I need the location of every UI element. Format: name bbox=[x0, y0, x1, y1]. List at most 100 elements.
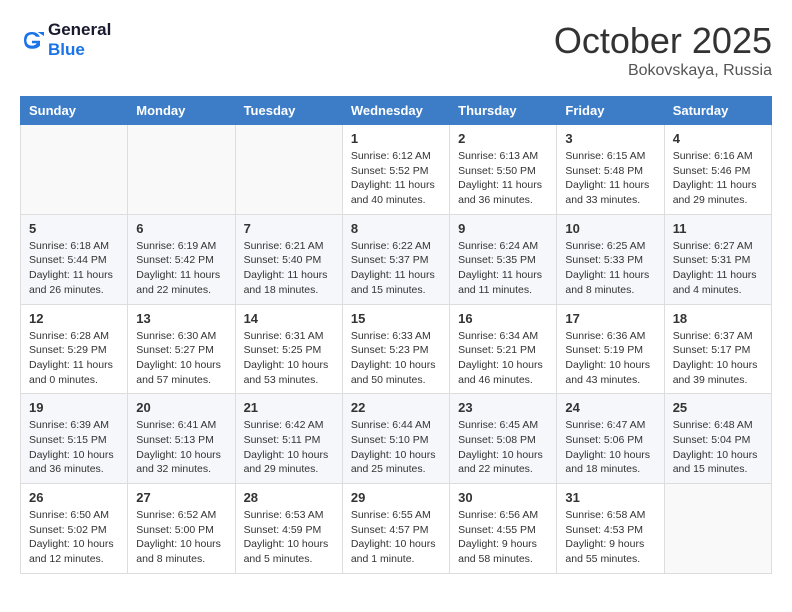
calendar-cell: 18 Sunrise: 6:37 AMSunset: 5:17 PMDayligh… bbox=[664, 304, 771, 394]
calendar-cell: 3 Sunrise: 6:15 AMSunset: 5:48 PMDaylight… bbox=[557, 125, 664, 215]
calendar-cell: 16 Sunrise: 6:34 AMSunset: 5:21 PMDayligh… bbox=[450, 304, 557, 394]
calendar-cell: 25 Sunrise: 6:48 AMSunset: 5:04 PMDayligh… bbox=[664, 394, 771, 484]
day-number: 15 bbox=[351, 311, 441, 326]
day-info: Sunrise: 6:34 AMSunset: 5:21 PMDaylight:… bbox=[458, 329, 548, 388]
day-number: 12 bbox=[29, 311, 119, 326]
day-info: Sunrise: 6:30 AMSunset: 5:27 PMDaylight:… bbox=[136, 329, 226, 388]
day-number: 1 bbox=[351, 131, 441, 146]
calendar-cell: 30 Sunrise: 6:56 AMSunset: 4:55 PMDayligh… bbox=[450, 484, 557, 574]
day-number: 23 bbox=[458, 400, 548, 415]
calendar-cell: 21 Sunrise: 6:42 AMSunset: 5:11 PMDayligh… bbox=[235, 394, 342, 484]
calendar-cell: 1Sunrise: 6:12 AMSunset: 5:52 PMDaylight… bbox=[342, 125, 449, 215]
calendar-week-4: 26 Sunrise: 6:50 AMSunset: 5:02 PMDayligh… bbox=[21, 484, 772, 574]
logo: General Blue bbox=[20, 20, 111, 60]
calendar-cell: 7 Sunrise: 6:21 AMSunset: 5:40 PMDaylight… bbox=[235, 214, 342, 304]
calendar-cell: 23 Sunrise: 6:45 AMSunset: 5:08 PMDayligh… bbox=[450, 394, 557, 484]
day-number: 26 bbox=[29, 490, 119, 505]
col-thursday: Thursday bbox=[450, 97, 557, 125]
calendar-cell: 29Sunrise: 6:55 AMSunset: 4:57 PMDayligh… bbox=[342, 484, 449, 574]
month-title: October 2025 bbox=[554, 20, 772, 62]
day-info: Sunrise: 6:15 AMSunset: 5:48 PMDaylight:… bbox=[565, 149, 655, 208]
calendar-cell: 28 Sunrise: 6:53 AMSunset: 4:59 PMDayligh… bbox=[235, 484, 342, 574]
day-info: Sunrise: 6:45 AMSunset: 5:08 PMDaylight:… bbox=[458, 418, 548, 477]
calendar-cell: 26 Sunrise: 6:50 AMSunset: 5:02 PMDayligh… bbox=[21, 484, 128, 574]
day-info: Sunrise: 6:53 AMSunset: 4:59 PMDaylight:… bbox=[244, 508, 334, 567]
day-info: Sunrise: 6:36 AMSunset: 5:19 PMDaylight:… bbox=[565, 329, 655, 388]
page-header: General Blue October 2025 Bokovskaya, Ru… bbox=[20, 20, 772, 80]
calendar-cell: 4 Sunrise: 6:16 AMSunset: 5:46 PMDaylight… bbox=[664, 125, 771, 215]
day-info: Sunrise: 6:25 AMSunset: 5:33 PMDaylight:… bbox=[565, 239, 655, 298]
col-saturday: Saturday bbox=[664, 97, 771, 125]
day-number: 2 bbox=[458, 131, 548, 146]
day-info: Sunrise: 6:58 AMSunset: 4:53 PMDaylight:… bbox=[565, 508, 655, 567]
day-number: 30 bbox=[458, 490, 548, 505]
day-number: 29 bbox=[351, 490, 441, 505]
day-info: Sunrise: 6:50 AMSunset: 5:02 PMDaylight:… bbox=[29, 508, 119, 567]
day-number: 5 bbox=[29, 221, 119, 236]
day-number: 9 bbox=[458, 221, 548, 236]
calendar-cell: 15Sunrise: 6:33 AMSunset: 5:23 PMDayligh… bbox=[342, 304, 449, 394]
calendar-cell: 19Sunrise: 6:39 AMSunset: 5:15 PMDayligh… bbox=[21, 394, 128, 484]
calendar-cell: 6 Sunrise: 6:19 AMSunset: 5:42 PMDaylight… bbox=[128, 214, 235, 304]
day-info: Sunrise: 6:24 AMSunset: 5:35 PMDaylight:… bbox=[458, 239, 548, 298]
calendar-cell bbox=[128, 125, 235, 215]
calendar-week-0: 1Sunrise: 6:12 AMSunset: 5:52 PMDaylight… bbox=[21, 125, 772, 215]
day-number: 19 bbox=[29, 400, 119, 415]
day-info: Sunrise: 6:16 AMSunset: 5:46 PMDaylight:… bbox=[673, 149, 763, 208]
calendar-cell: 2 Sunrise: 6:13 AMSunset: 5:50 PMDaylight… bbox=[450, 125, 557, 215]
day-number: 22 bbox=[351, 400, 441, 415]
day-number: 16 bbox=[458, 311, 548, 326]
calendar-cell: 11 Sunrise: 6:27 AMSunset: 5:31 PMDayligh… bbox=[664, 214, 771, 304]
day-info: Sunrise: 6:18 AMSunset: 5:44 PMDaylight:… bbox=[29, 239, 119, 298]
location: Bokovskaya, Russia bbox=[554, 62, 772, 80]
day-number: 13 bbox=[136, 311, 226, 326]
day-info: Sunrise: 6:19 AMSunset: 5:42 PMDaylight:… bbox=[136, 239, 226, 298]
calendar-cell: 5 Sunrise: 6:18 AMSunset: 5:44 PMDaylight… bbox=[21, 214, 128, 304]
day-info: Sunrise: 6:28 AMSunset: 5:29 PMDaylight:… bbox=[29, 329, 119, 388]
day-number: 8 bbox=[351, 221, 441, 236]
calendar-cell: 20Sunrise: 6:41 AMSunset: 5:13 PMDayligh… bbox=[128, 394, 235, 484]
day-info: Sunrise: 6:27 AMSunset: 5:31 PMDaylight:… bbox=[673, 239, 763, 298]
calendar-cell: 24Sunrise: 6:47 AMSunset: 5:06 PMDayligh… bbox=[557, 394, 664, 484]
day-number: 17 bbox=[565, 311, 655, 326]
day-number: 21 bbox=[244, 400, 334, 415]
day-info: Sunrise: 6:42 AMSunset: 5:11 PMDaylight:… bbox=[244, 418, 334, 477]
day-info: Sunrise: 6:52 AMSunset: 5:00 PMDaylight:… bbox=[136, 508, 226, 567]
day-number: 11 bbox=[673, 221, 763, 236]
col-wednesday: Wednesday bbox=[342, 97, 449, 125]
day-info: Sunrise: 6:48 AMSunset: 5:04 PMDaylight:… bbox=[673, 418, 763, 477]
day-info: Sunrise: 6:13 AMSunset: 5:50 PMDaylight:… bbox=[458, 149, 548, 208]
day-number: 14 bbox=[244, 311, 334, 326]
day-info: Sunrise: 6:31 AMSunset: 5:25 PMDaylight:… bbox=[244, 329, 334, 388]
calendar-cell: 10 Sunrise: 6:25 AMSunset: 5:33 PMDayligh… bbox=[557, 214, 664, 304]
calendar-header-row: Sunday Monday Tuesday Wednesday Thursday… bbox=[21, 97, 772, 125]
calendar-table: Sunday Monday Tuesday Wednesday Thursday… bbox=[20, 96, 772, 574]
day-number: 18 bbox=[673, 311, 763, 326]
calendar-cell bbox=[21, 125, 128, 215]
day-number: 28 bbox=[244, 490, 334, 505]
day-number: 27 bbox=[136, 490, 226, 505]
day-info: Sunrise: 6:56 AMSunset: 4:55 PMDaylight:… bbox=[458, 508, 548, 567]
logo-icon bbox=[20, 28, 44, 52]
day-number: 20 bbox=[136, 400, 226, 415]
day-number: 10 bbox=[565, 221, 655, 236]
day-number: 25 bbox=[673, 400, 763, 415]
day-number: 7 bbox=[244, 221, 334, 236]
calendar-week-1: 5 Sunrise: 6:18 AMSunset: 5:44 PMDaylight… bbox=[21, 214, 772, 304]
day-number: 3 bbox=[565, 131, 655, 146]
day-info: Sunrise: 6:37 AMSunset: 5:17 PMDaylight:… bbox=[673, 329, 763, 388]
calendar-cell: 8Sunrise: 6:22 AMSunset: 5:37 PMDaylight… bbox=[342, 214, 449, 304]
title-block: October 2025 Bokovskaya, Russia bbox=[554, 20, 772, 80]
calendar-cell: 14 Sunrise: 6:31 AMSunset: 5:25 PMDayligh… bbox=[235, 304, 342, 394]
logo-text: General Blue bbox=[48, 20, 111, 60]
day-number: 6 bbox=[136, 221, 226, 236]
calendar-cell: 13 Sunrise: 6:30 AMSunset: 5:27 PMDayligh… bbox=[128, 304, 235, 394]
calendar-cell bbox=[664, 484, 771, 574]
col-friday: Friday bbox=[557, 97, 664, 125]
day-info: Sunrise: 6:21 AMSunset: 5:40 PMDaylight:… bbox=[244, 239, 334, 298]
calendar-cell: 27 Sunrise: 6:52 AMSunset: 5:00 PMDayligh… bbox=[128, 484, 235, 574]
calendar-week-3: 19Sunrise: 6:39 AMSunset: 5:15 PMDayligh… bbox=[21, 394, 772, 484]
col-monday: Monday bbox=[128, 97, 235, 125]
col-sunday: Sunday bbox=[21, 97, 128, 125]
day-number: 4 bbox=[673, 131, 763, 146]
